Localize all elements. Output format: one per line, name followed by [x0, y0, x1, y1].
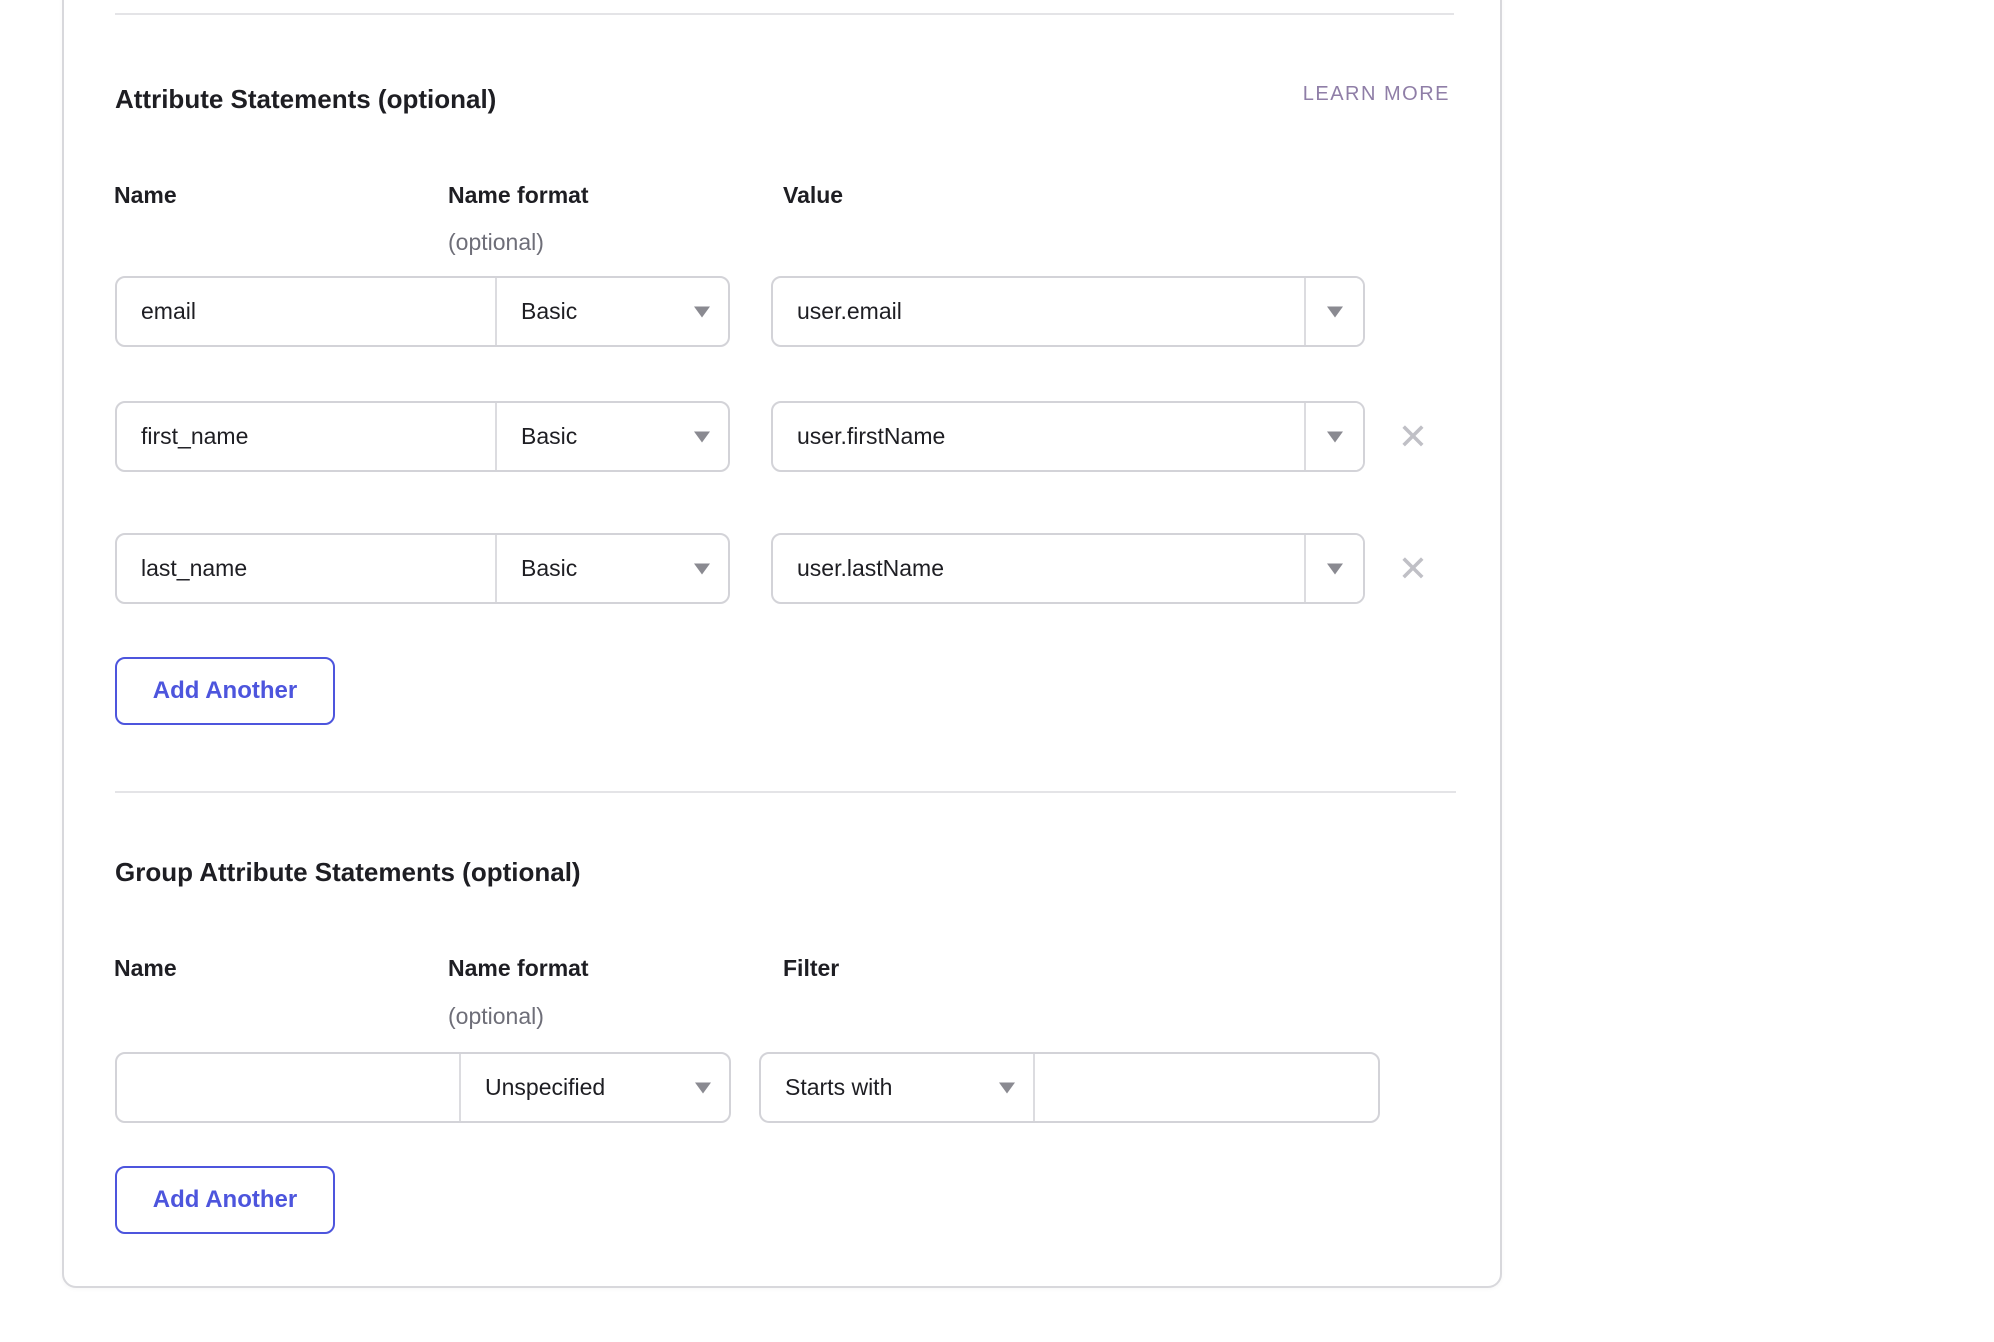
page: Attribute Statements (optional) LEARN MO… — [0, 0, 1994, 1342]
chevron-down-icon — [695, 1082, 711, 1093]
value-dropdown-button[interactable] — [1304, 535, 1363, 602]
attribute-value-group — [771, 401, 1365, 472]
section-divider — [115, 791, 1456, 793]
section-divider-top — [115, 13, 1454, 15]
group-attribute-statements-heading: Group Attribute Statements (optional) — [115, 855, 581, 889]
column-header-name: Name — [114, 180, 177, 210]
attribute-value-group — [771, 533, 1365, 604]
name-format-select-value: Basic — [521, 298, 577, 325]
group-filter-group: Starts with — [759, 1052, 1380, 1123]
name-format-select-value: Basic — [521, 423, 577, 450]
name-format-select[interactable]: Basic — [497, 278, 728, 345]
chevron-down-icon — [1327, 563, 1343, 574]
group-name-format-select-value: Unspecified — [485, 1074, 605, 1101]
chevron-down-icon — [694, 563, 710, 574]
remove-row-button[interactable]: ✕ — [1391, 547, 1435, 591]
column-header-name-format-note: (optional) — [448, 227, 544, 257]
filter-value-input[interactable] — [1035, 1054, 1378, 1121]
attribute-value-input[interactable] — [773, 535, 1304, 602]
value-dropdown-button[interactable] — [1304, 403, 1363, 470]
chevron-down-icon — [694, 306, 710, 317]
column-header-name-format: Name format — [448, 953, 589, 983]
attribute-value-group — [771, 276, 1365, 347]
column-header-name-format: Name format — [448, 180, 589, 210]
attribute-value-input[interactable] — [773, 403, 1304, 470]
attribute-name-input[interactable] — [117, 535, 497, 602]
name-format-select[interactable]: Basic — [497, 535, 728, 602]
attribute-value-input[interactable] — [773, 278, 1304, 345]
attribute-name-input[interactable] — [117, 278, 497, 345]
saml-settings-card: Attribute Statements (optional) LEARN MO… — [62, 0, 1502, 1288]
remove-row-button[interactable]: ✕ — [1391, 415, 1435, 459]
filter-type-select-value: Starts with — [785, 1074, 892, 1101]
add-group-attribute-button[interactable]: Add Another — [115, 1166, 335, 1234]
group-name-input[interactable] — [117, 1054, 461, 1121]
column-header-name: Name — [114, 953, 177, 983]
attribute-row: Basic — [115, 533, 730, 604]
name-format-select[interactable]: Basic — [497, 403, 728, 470]
column-header-filter: Filter — [783, 953, 839, 983]
attribute-name-input[interactable] — [117, 403, 497, 470]
attribute-row: Basic — [115, 276, 730, 347]
name-format-select-value: Basic — [521, 555, 577, 582]
attribute-row: Basic — [115, 401, 730, 472]
learn-more-link[interactable]: LEARN MORE — [1303, 83, 1450, 106]
add-attribute-button[interactable]: Add Another — [115, 657, 335, 725]
close-icon: ✕ — [1398, 419, 1428, 455]
close-icon: ✕ — [1398, 551, 1428, 587]
group-name-format-select[interactable]: Unspecified — [461, 1054, 729, 1121]
chevron-down-icon — [1327, 431, 1343, 442]
column-header-value: Value — [783, 180, 843, 210]
column-header-name-format-note: (optional) — [448, 1001, 544, 1031]
group-attribute-row: Unspecified — [115, 1052, 731, 1123]
chevron-down-icon — [694, 431, 710, 442]
chevron-down-icon — [1327, 306, 1343, 317]
attribute-statements-heading: Attribute Statements (optional) — [115, 82, 496, 116]
filter-type-select[interactable]: Starts with — [761, 1054, 1035, 1121]
value-dropdown-button[interactable] — [1304, 278, 1363, 345]
chevron-down-icon — [999, 1082, 1015, 1093]
